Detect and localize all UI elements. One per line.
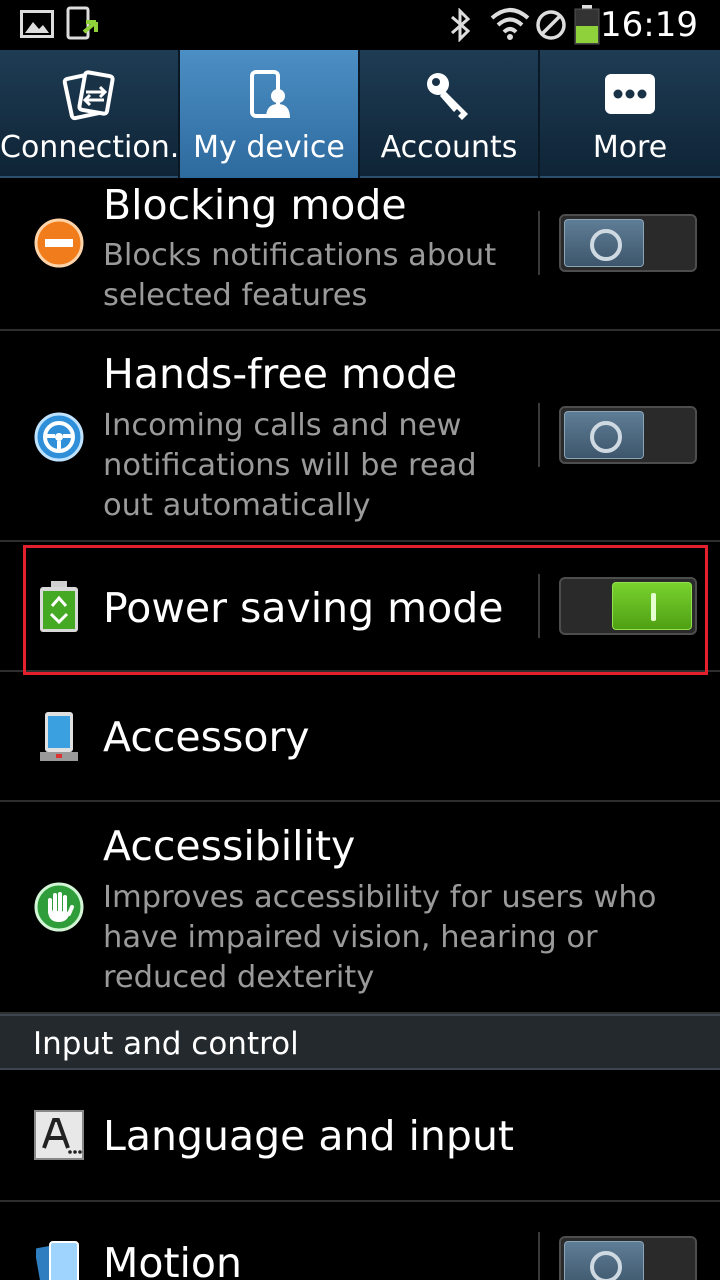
row-power-saving-mode[interactable]: Power saving mode	[0, 542, 720, 672]
row-title: Motion	[103, 1239, 242, 1280]
tab-label: My device	[193, 130, 345, 165]
tab-label: Accounts	[380, 130, 518, 165]
toggle-knob	[564, 1241, 644, 1280]
tab-label: More	[592, 130, 668, 165]
bluetooth-icon	[451, 8, 471, 42]
blocking-mode-icon	[34, 218, 84, 268]
motion-icon	[36, 1241, 79, 1280]
battery-icon	[574, 5, 600, 45]
power-saving-mode-toggle[interactable]	[559, 577, 697, 635]
row-hands-free-mode[interactable]: Hands-free mode Incoming calls and new n…	[0, 331, 720, 542]
row-accessibility[interactable]: Accessibility Improves accessibility for…	[0, 802, 720, 1014]
clock: 16:19	[600, 5, 698, 45]
row-title: Blocking mode	[103, 181, 407, 229]
status-bar: 16:19	[0, 0, 720, 50]
hand-icon	[34, 882, 84, 932]
download-icon	[66, 6, 98, 40]
tab-connections[interactable]: Connection..	[0, 50, 180, 178]
row-title: Accessory	[103, 713, 310, 761]
tab-accounts[interactable]: Accounts	[360, 50, 540, 178]
section-header: Input and control	[0, 1014, 720, 1070]
power-saving-icon	[40, 581, 78, 632]
row-accessory[interactable]: Accessory	[0, 672, 720, 802]
steering-wheel-icon	[34, 412, 84, 462]
divider	[538, 403, 540, 467]
section-label: Input and control	[33, 1026, 299, 1062]
tab-label: Connection..	[0, 130, 180, 165]
row-blocking-mode[interactable]: Blocking mode Blocks notifications about…	[0, 178, 720, 331]
tab-my-device[interactable]: My device	[180, 50, 360, 178]
row-title: Accessibility	[103, 822, 356, 870]
key-icon	[427, 73, 468, 120]
row-motion[interactable]: Motion	[0, 1202, 720, 1280]
my-device-icon	[250, 70, 290, 118]
gallery-icon	[20, 10, 54, 38]
row-description: Incoming calls and new notifications wil…	[103, 408, 477, 523]
toggle-knob	[612, 582, 692, 630]
row-title: Language and input	[103, 1112, 515, 1160]
tab-bar: Connection.. My device Accounts More	[0, 50, 720, 178]
connections-icon	[62, 70, 115, 121]
motion-toggle[interactable]	[559, 1236, 697, 1280]
divider	[538, 574, 540, 638]
row-title: Power saving mode	[103, 584, 504, 632]
wifi-icon	[490, 8, 530, 40]
hands-free-mode-toggle[interactable]	[559, 406, 697, 464]
row-description: Improves accessibility for users who hav…	[103, 880, 657, 995]
divider	[538, 1232, 540, 1280]
divider	[538, 211, 540, 275]
accessory-icon	[40, 712, 78, 761]
row-language-and-input[interactable]: Language and input	[0, 1070, 720, 1202]
blocked-icon	[536, 10, 566, 40]
toggle-knob	[564, 219, 644, 267]
toggle-knob	[564, 411, 644, 459]
more-icon	[605, 74, 655, 114]
language-icon	[34, 1110, 84, 1160]
row-description: Blocks notifications about selected feat…	[103, 238, 497, 313]
row-title: Hands-free mode	[103, 350, 458, 398]
tab-more[interactable]: More	[540, 50, 720, 178]
blocking-mode-toggle[interactable]	[559, 214, 697, 272]
